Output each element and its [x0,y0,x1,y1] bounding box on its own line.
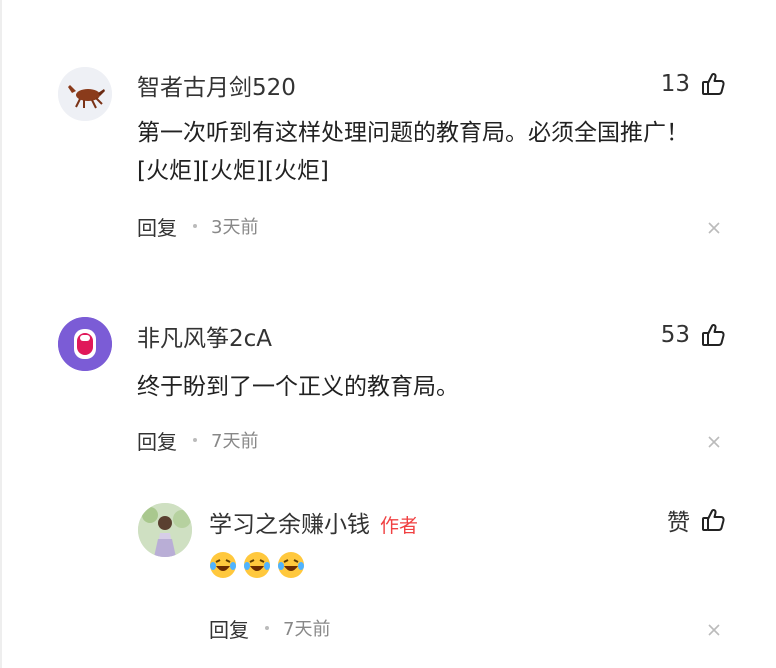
like-count: 53 [660,322,690,348]
timestamp: 7天前 [211,431,259,452]
username-text: 学习之余赚小钱 [209,512,370,538]
like-button[interactable]: 赞 [667,505,726,536]
close-icon[interactable] [706,434,722,450]
comment-text: 第一次听到有这样处理问题的教育局。必须全国推广！[火炬][火炬][火炬] [137,120,689,184]
timestamp: 7天前 [283,619,331,640]
laughing-crying-emoji-icon [208,550,238,580]
separator-dot [265,626,269,630]
comment-actions: 回复 7天前 [137,425,258,455]
close-icon[interactable] [706,622,722,638]
like-button[interactable]: 53 [661,320,726,350]
laughing-crying-emoji-icon [276,550,306,580]
horse-avatar-image [58,67,112,121]
comment-actions: 回复 3天前 [137,211,258,241]
username[interactable]: 智者古月剑520 [137,68,296,102]
comment-actions: 回复 7天前 [209,613,330,643]
girl-avatar-image [138,503,192,557]
reply-button[interactable]: 回复 [209,614,249,643]
thumbs-up-icon [700,507,726,533]
comment-text: 终于盼到了一个正义的教育局。 [137,374,459,400]
close-icon[interactable] [706,220,722,236]
like-count: 13 [660,71,690,97]
like-button[interactable]: 13 [661,69,726,99]
screaming-face-avatar-image [58,317,112,371]
timestamp: 3天前 [211,217,259,238]
avatar[interactable] [58,67,112,121]
separator-dot [193,224,197,228]
avatar[interactable] [58,317,112,371]
laughing-crying-emoji-icon [242,550,272,580]
separator-dot [193,438,197,442]
thumbs-up-icon [700,322,726,348]
comment-list: 智者古月剑520 13 第一次听到有这样处理问题的教育局。必须全国推广！[火炬]… [0,0,776,668]
emoji-row [208,550,310,580]
username[interactable]: 学习之余赚小钱 作者 [209,505,418,539]
like-label: 赞 [667,510,690,536]
username[interactable]: 非凡风筝2cA [137,319,272,353]
reply-button[interactable]: 回复 [137,212,177,241]
reply-button[interactable]: 回复 [137,426,177,455]
avatar[interactable] [138,503,192,557]
thumbs-up-icon [700,71,726,97]
author-badge: 作者 [380,515,419,537]
